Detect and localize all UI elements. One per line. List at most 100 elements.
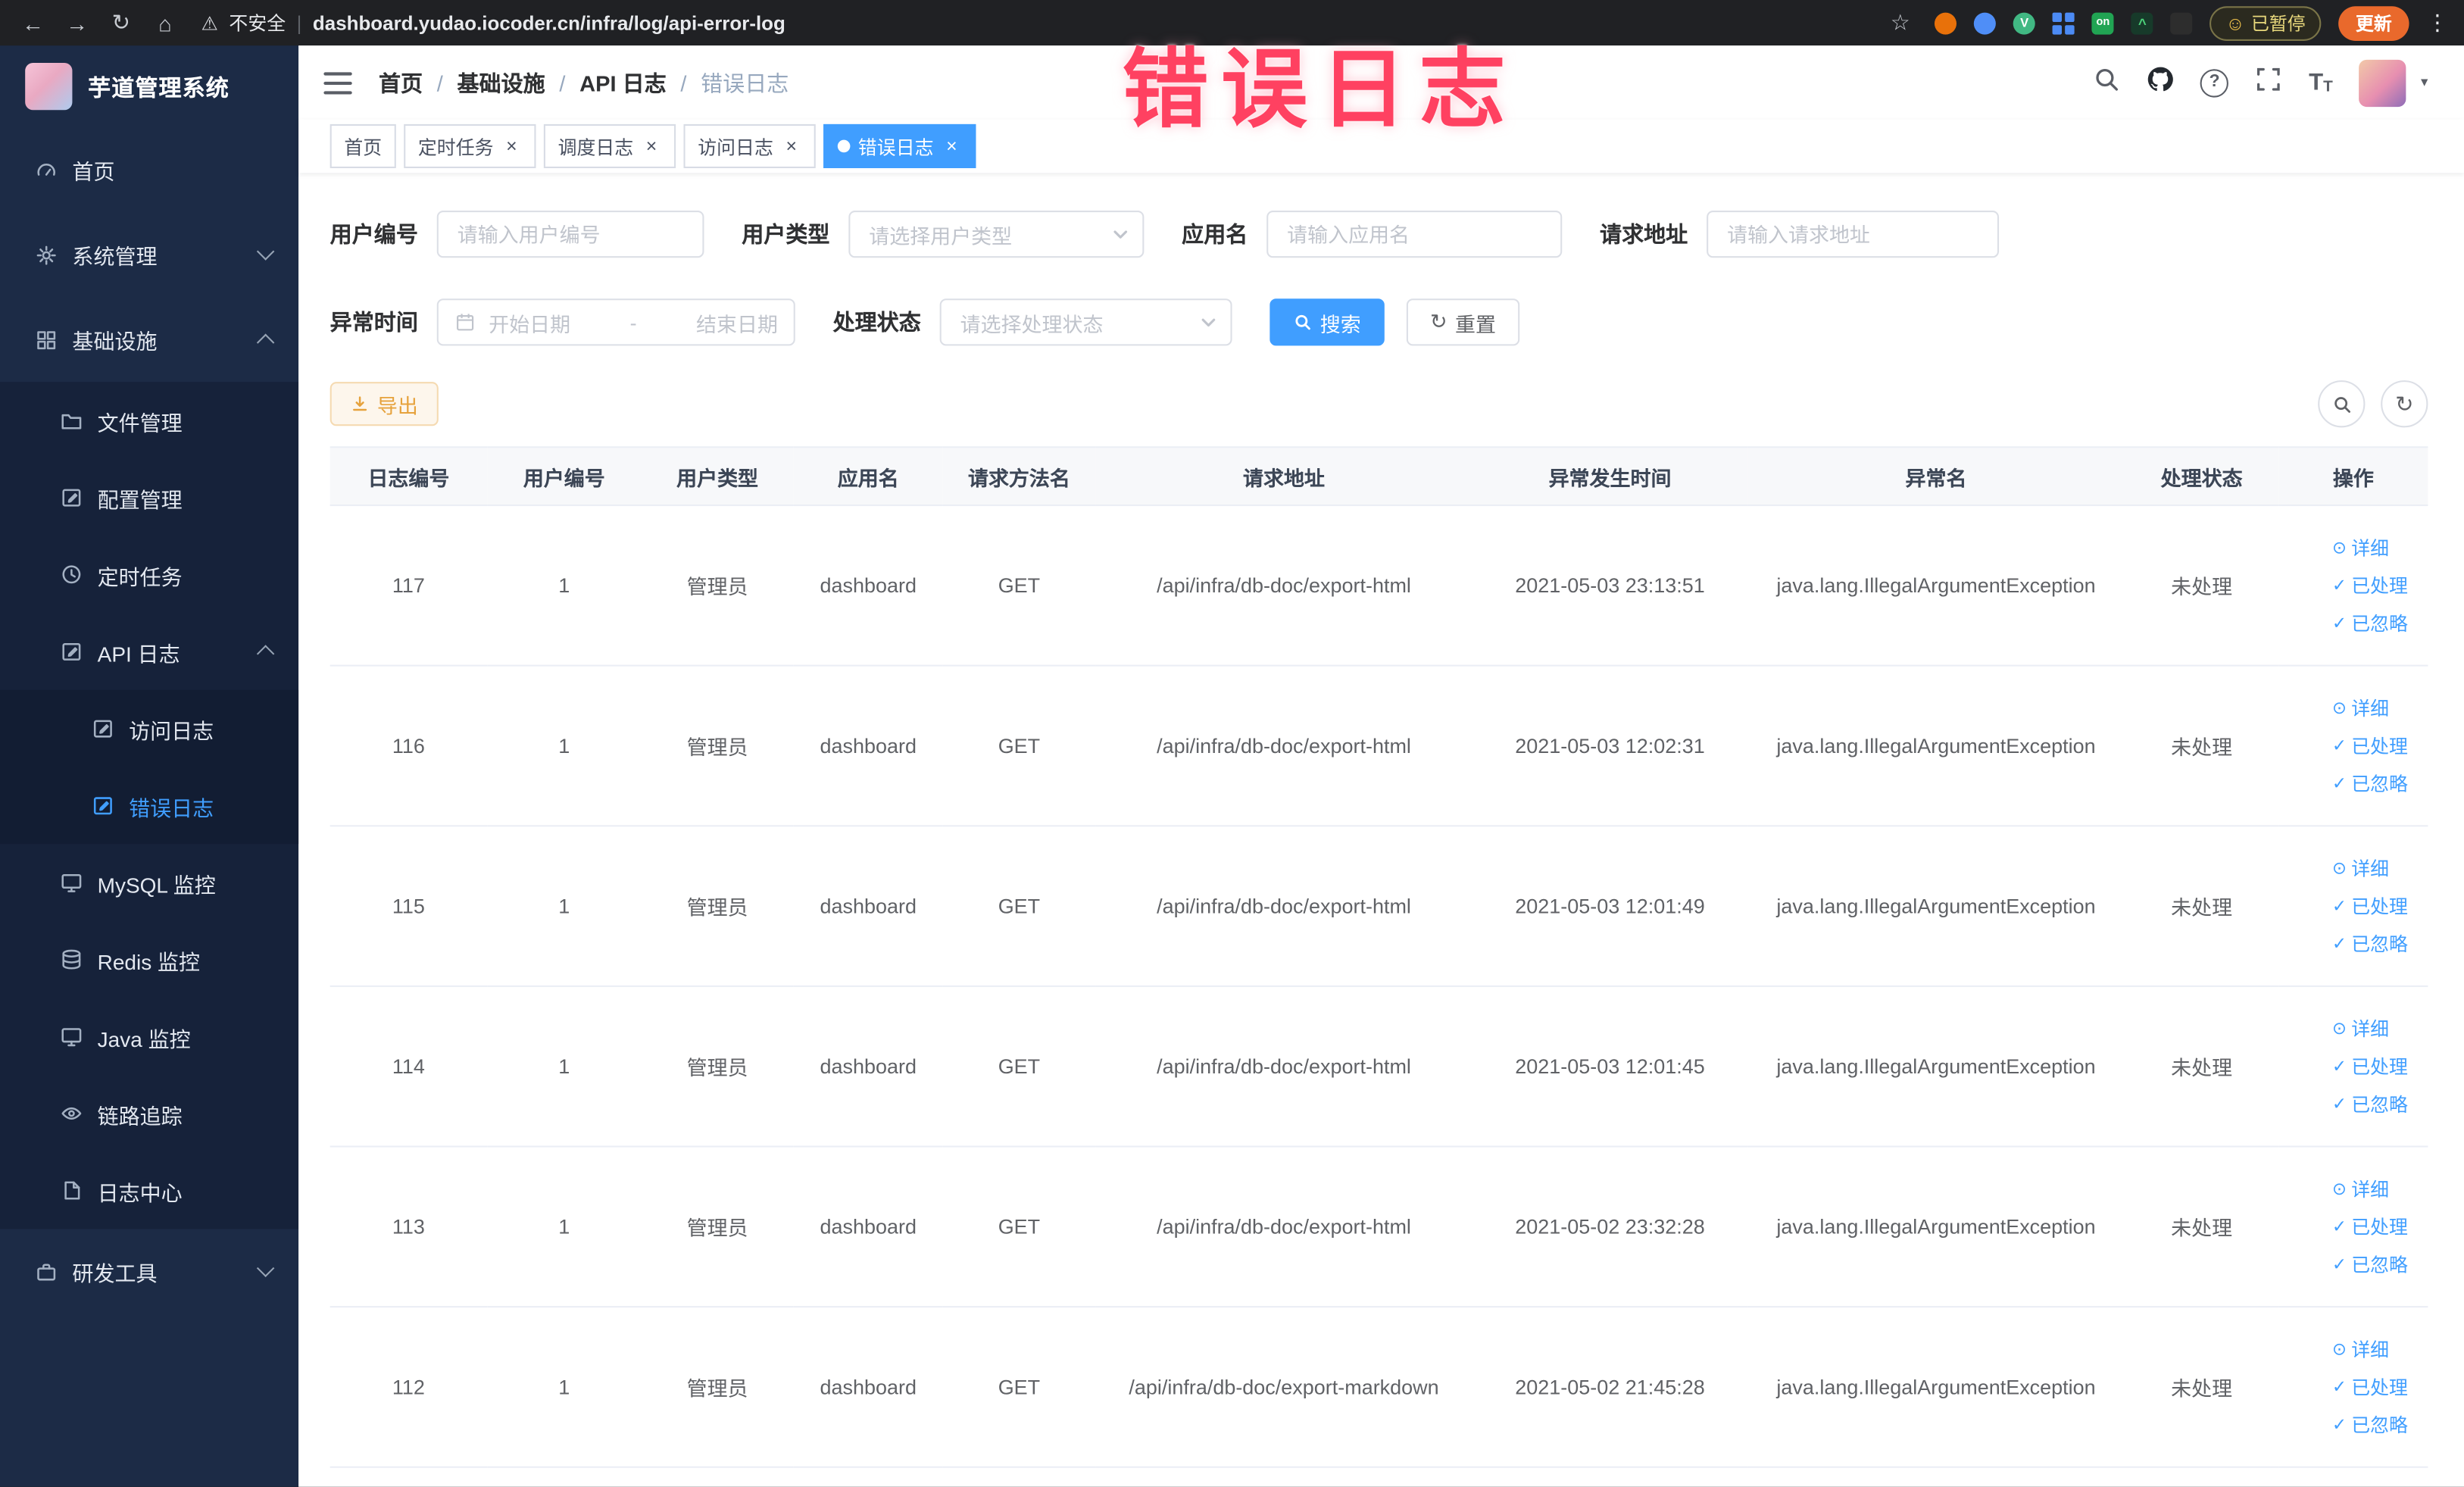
request-url-input[interactable] bbox=[1707, 211, 2000, 258]
sidebar-collapse-icon[interactable] bbox=[323, 71, 352, 94]
sidebar-item-scheduled-tasks[interactable]: 定时任务 bbox=[0, 536, 298, 613]
sidebar-item-java-monitor[interactable]: Java 监控 bbox=[0, 998, 298, 1075]
mark-processed-link[interactable]: ✓ 已处理 bbox=[2332, 892, 2408, 919]
sidebar-item-dev-tools[interactable]: 研发工具 bbox=[0, 1229, 298, 1314]
chrome-update-button[interactable]: 更新 bbox=[2338, 5, 2409, 40]
mark-ignored-link[interactable]: ✓ 已忽略 bbox=[2332, 1251, 2408, 1277]
close-icon[interactable]: × bbox=[781, 136, 801, 156]
sidebar-item-home[interactable]: 首页 bbox=[0, 127, 298, 212]
sidebar-item-log-center[interactable]: 日志中心 bbox=[0, 1152, 298, 1229]
detail-link[interactable]: ⊙ 详细 bbox=[2332, 1015, 2389, 1042]
select-placeholder: 请选择处理状态 bbox=[960, 311, 1104, 336]
close-icon[interactable]: × bbox=[942, 136, 962, 156]
sidebar-item-redis-monitor[interactable]: Redis 监控 bbox=[0, 921, 298, 998]
eye-icon: ⊙ bbox=[2331, 1020, 2347, 1039]
extension-blue-drop-icon[interactable] bbox=[1974, 11, 1997, 34]
sidebar-item-infrastructure[interactable]: 基础设施 bbox=[0, 297, 298, 382]
process-status-select[interactable]: 请选择处理状态 bbox=[939, 298, 1232, 346]
mark-processed-link[interactable]: ✓ 已处理 bbox=[2332, 1373, 2408, 1400]
export-button[interactable]: 导出 bbox=[329, 382, 439, 426]
github-icon[interactable] bbox=[2147, 65, 2174, 100]
extension-leaf-icon[interactable]: ^ bbox=[2131, 11, 2153, 34]
tab-scheduled-tasks[interactable]: 定时任务 × bbox=[404, 123, 536, 168]
tab-schedule-log[interactable]: 调度日志 × bbox=[543, 123, 676, 168]
sidebar-item-api-log[interactable]: API 日志 bbox=[0, 613, 298, 690]
sidebar-item-mysql-monitor[interactable]: MySQL 监控 bbox=[0, 844, 298, 921]
eye-icon: ⊙ bbox=[2331, 699, 2347, 719]
table-header-row: 日志编号 用户编号 用户类型 应用名 请求方法名 请求地址 异常发生时间 异常名… bbox=[329, 447, 2428, 507]
refresh-button[interactable]: ↻ bbox=[2381, 380, 2428, 428]
sidebar-item-error-log[interactable]: 错误日志 bbox=[0, 767, 299, 845]
search-button[interactable]: 搜索 bbox=[1269, 298, 1385, 346]
mark-ignored-link[interactable]: ✓ 已忽略 bbox=[2332, 610, 2408, 636]
home-icon[interactable]: ⌂ bbox=[148, 10, 183, 35]
fullscreen-icon[interactable] bbox=[2256, 65, 2282, 100]
mark-ignored-link[interactable]: ✓ 已忽略 bbox=[2332, 1091, 2408, 1117]
exception-time-label: 异常时间 bbox=[329, 309, 418, 335]
detail-link[interactable]: ⊙ 详细 bbox=[2332, 534, 2389, 561]
mark-processed-link[interactable]: ✓ 已处理 bbox=[2332, 733, 2408, 759]
extension-paw-icon[interactable] bbox=[2170, 11, 2193, 34]
font-size-icon[interactable]: TT bbox=[2309, 69, 2333, 95]
sidebar-item-label: 文件管理 bbox=[97, 411, 183, 435]
mark-ignored-link[interactable]: ✓ 已忽略 bbox=[2332, 930, 2408, 957]
forward-icon[interactable]: → bbox=[60, 10, 95, 35]
processed-label: 已处理 bbox=[2351, 1216, 2408, 1239]
close-icon[interactable]: × bbox=[642, 136, 662, 156]
avatar-caret-icon[interactable]: ▾ bbox=[2421, 74, 2428, 92]
app-name-input[interactable] bbox=[1266, 211, 1563, 258]
profile-paused-badge[interactable]: ☺ 已暂停 bbox=[2209, 5, 2322, 40]
reload-icon[interactable]: ↻ bbox=[104, 9, 139, 36]
breadcrumb-api-log[interactable]: API 日志 bbox=[579, 67, 667, 98]
mark-processed-link[interactable]: ✓ 已处理 bbox=[2332, 572, 2408, 598]
user-id-input[interactable] bbox=[436, 211, 704, 258]
reset-button[interactable]: ↻ 重置 bbox=[1406, 298, 1520, 346]
mark-ignored-link[interactable]: ✓ 已忽略 bbox=[2332, 770, 2408, 797]
eye-icon: ⊙ bbox=[2331, 859, 2347, 879]
cell-time: 2021-05-03 12:01:49 bbox=[1472, 826, 1748, 987]
cell-app: dashboard bbox=[793, 665, 943, 827]
detail-link[interactable]: ⊙ 详细 bbox=[2332, 855, 2389, 882]
exception-time-range-picker[interactable]: 开始日期 - 结束日期 bbox=[436, 298, 795, 346]
screen: ← → ↻ ⌂ ⚠ 不安全 | dashboard.yudao.iocoder.… bbox=[0, 0, 2464, 1487]
search-icon[interactable] bbox=[2094, 65, 2120, 100]
tab-access-log[interactable]: 访问日志 × bbox=[683, 123, 816, 168]
security-label: 不安全 bbox=[229, 12, 286, 35]
sidebar-item-access-log[interactable]: 访问日志 bbox=[0, 689, 299, 767]
breadcrumb-current: 错误日志 bbox=[701, 70, 789, 95]
extension-grid-icon[interactable] bbox=[2053, 11, 2075, 34]
vue-devtools-icon[interactable]: V bbox=[2013, 11, 2036, 34]
mark-ignored-link[interactable]: ✓ 已忽略 bbox=[2332, 1411, 2408, 1438]
detail-link[interactable]: ⊙ 详细 bbox=[2332, 695, 2389, 721]
tab-label: 访问日志 bbox=[698, 136, 773, 158]
browser-menu-icon[interactable]: ⋮ bbox=[2426, 9, 2448, 36]
detail-link[interactable]: ⊙ 详细 bbox=[2332, 1176, 2389, 1202]
user-avatar[interactable] bbox=[2359, 58, 2407, 107]
extension-orange-icon[interactable] bbox=[1935, 11, 1957, 34]
mark-processed-link[interactable]: ✓ 已处理 bbox=[2332, 1214, 2408, 1240]
breadcrumb-infrastructure[interactable]: 基础设施 bbox=[458, 67, 545, 98]
app-logo[interactable]: 芋道管理系统 bbox=[0, 45, 298, 127]
cell-url: /api/infra/db-doc/export-html bbox=[1095, 986, 1472, 1148]
extension-on-badge-icon[interactable]: on bbox=[2091, 11, 2114, 34]
help-icon[interactable]: ? bbox=[2200, 68, 2229, 97]
sidebar-item-link-tracing[interactable]: 链路追踪 bbox=[0, 1075, 298, 1152]
toggle-search-button[interactable] bbox=[2318, 380, 2366, 428]
tab-home[interactable]: 首页 bbox=[329, 123, 396, 168]
tab-error-log[interactable]: 错误日志 × bbox=[823, 123, 976, 168]
address-bar[interactable]: ⚠ 不安全 | dashboard.yudao.iocoder.cn/infra… bbox=[201, 9, 1874, 36]
sidebar-item-system-mgmt[interactable]: 系统管理 bbox=[0, 212, 298, 297]
cell-user-id: 1 bbox=[487, 986, 642, 1148]
cell-user-type: 管理员 bbox=[641, 1307, 794, 1468]
back-icon[interactable]: ← bbox=[16, 10, 51, 35]
mark-processed-link[interactable]: ✓ 已处理 bbox=[2332, 1053, 2408, 1079]
sidebar-item-file-mgmt[interactable]: 文件管理 bbox=[0, 382, 298, 459]
url-text[interactable]: dashboard.yudao.iocoder.cn/infra/log/api… bbox=[313, 12, 785, 34]
check-icon: ✓ bbox=[2331, 897, 2347, 917]
close-icon[interactable]: × bbox=[501, 136, 522, 156]
sidebar-item-config-mgmt[interactable]: 配置管理 bbox=[0, 459, 298, 536]
bookmark-star-icon[interactable]: ☆ bbox=[1883, 9, 1918, 36]
breadcrumb-home[interactable]: 首页 bbox=[379, 67, 423, 98]
detail-link[interactable]: ⊙ 详细 bbox=[2332, 1335, 2389, 1362]
user-type-select[interactable]: 请选择用户类型 bbox=[848, 211, 1145, 258]
